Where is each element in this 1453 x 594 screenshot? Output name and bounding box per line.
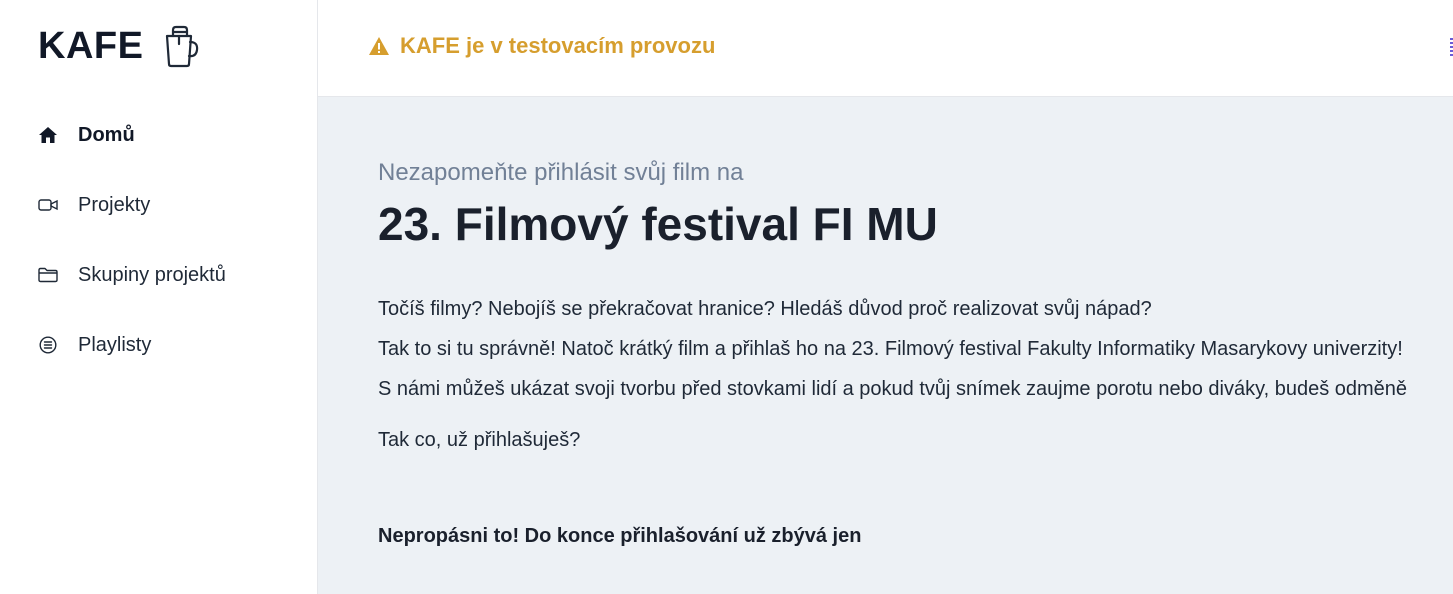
festival-announcement: Nezapomeňte přihlásit svůj film na 23. F… — [378, 159, 1453, 548]
coffee-cup-icon — [166, 25, 199, 68]
playlist-icon — [38, 335, 58, 355]
app-root: KAFE Domů Projekty Skupiny projektů Play… — [0, 0, 1453, 594]
call-to-action-question: Tak co, už přihlašuješ? — [378, 429, 581, 451]
sidebar-item-label: Playlisty — [78, 333, 152, 356]
body-paragraph: S námi můžeš ukázat svoji tvorbu před st… — [378, 378, 1408, 400]
body-paragraph: Tak to si tu správně! Natoč krátký film … — [378, 338, 1403, 360]
warning-text: KAFE je v testovacím provozu — [400, 33, 716, 58]
video-camera-icon — [38, 195, 58, 215]
sidebar: KAFE Domů Projekty Skupiny projektů Play… — [0, 0, 318, 594]
top-bar: KAFE je v testovacím provozu — [318, 0, 1453, 97]
countdown-label: Nepropásni to! Do konce přihlašování už … — [378, 525, 862, 547]
test-mode-warning: KAFE je v testovacím provozu — [368, 33, 715, 59]
sidebar-item-project-groups[interactable]: Skupiny projektů — [0, 240, 317, 310]
warning-triangle-icon — [369, 37, 389, 55]
sidebar-item-home[interactable]: Domů — [0, 100, 317, 170]
page-title: 23. Filmový festival FI MU — [378, 198, 938, 250]
announcement-subtitle: Nezapomeňte přihlásit svůj film na — [378, 159, 744, 186]
sidebar-item-label: Projekty — [78, 193, 151, 216]
body-paragraph: Točíš filmy? Nebojíš se překračovat hran… — [378, 298, 1152, 320]
folder-icon — [38, 265, 58, 285]
sidebar-item-label: Domů — [78, 123, 135, 146]
main-content: Nezapomeňte přihlásit svůj film na 23. F… — [318, 97, 1453, 594]
announcement-body: Točíš filmy? Nebojíš se překračovat hran… — [378, 289, 1453, 409]
sidebar-item-label: Skupiny projektů — [78, 263, 226, 286]
home-icon — [38, 125, 58, 145]
sidebar-item-playlists[interactable]: Playlisty — [0, 310, 317, 380]
brand[interactable]: KAFE — [38, 24, 201, 68]
sidebar-item-projects[interactable]: Projekty — [0, 170, 317, 240]
sidebar-nav: Domů Projekty Skupiny projektů Playlisty — [0, 100, 317, 380]
brand-name: KAFE — [38, 24, 144, 67]
